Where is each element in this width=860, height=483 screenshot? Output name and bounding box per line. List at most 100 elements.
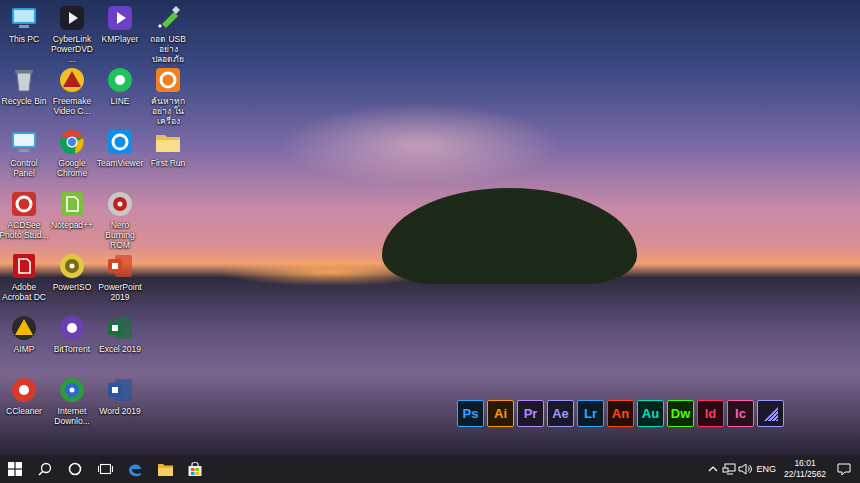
- clock[interactable]: 16:01 22/11/2562: [782, 458, 834, 480]
- icon-label: This PC: [0, 34, 49, 44]
- dock-app-label: Ai: [494, 407, 507, 420]
- windows-logo-icon: [8, 462, 22, 476]
- desktop-icon[interactable]: Freemake Video C...: [48, 64, 96, 126]
- desktop-icon[interactable]: KMPlayer: [96, 2, 144, 64]
- desktop-icon[interactable]: PowerISO: [48, 250, 96, 312]
- start-button[interactable]: [0, 455, 30, 483]
- search-icon: [38, 462, 52, 476]
- show-hidden-icons-button[interactable]: [705, 465, 721, 473]
- task-view-button[interactable]: [90, 455, 120, 483]
- app-icon: [58, 128, 86, 156]
- app-icon: [10, 128, 38, 156]
- desktop-icon[interactable]: CCleaner: [0, 374, 48, 436]
- dock-app[interactable]: Ic: [727, 400, 754, 427]
- dock-app-label: Ic: [735, 407, 746, 420]
- app-icon: [10, 314, 38, 342]
- tree-silhouette: [382, 188, 637, 284]
- dock-app[interactable]: Ai: [487, 400, 514, 427]
- app-icon: [106, 252, 134, 280]
- edge-icon: [127, 461, 143, 477]
- desktop-icon[interactable]: Word 2019: [96, 374, 144, 436]
- app-icon: [58, 252, 86, 280]
- taskbar: ENG 16:01 22/11/2562: [0, 455, 860, 483]
- desktop-icon[interactable]: CyberLink PowerDVD ...: [48, 2, 96, 64]
- dock-app[interactable]: An: [607, 400, 634, 427]
- dock-app-label: Pr: [524, 407, 538, 420]
- app-dock: Ps Ai Pr Ae Lr An Au Dw Id Ic: [457, 400, 784, 427]
- app-icon: [58, 376, 86, 404]
- desktop-icon[interactable]: BitTorrent: [48, 312, 96, 374]
- desktop-icon[interactable]: TeamViewer: [96, 126, 144, 188]
- icon-label: PowerPoint 2019: [95, 282, 145, 302]
- desktop-icon[interactable]: Excel 2019: [96, 312, 144, 374]
- icon-label: Word 2019: [95, 406, 145, 416]
- network-button[interactable]: [721, 463, 737, 475]
- dock-app[interactable]: Dw: [667, 400, 694, 427]
- dock-app[interactable]: Ps: [457, 400, 484, 427]
- action-center-button[interactable]: [834, 463, 854, 476]
- desktop-icon[interactable]: Nero Burning ROM: [96, 188, 144, 250]
- app-icon: [106, 4, 134, 32]
- app-icon: [10, 190, 38, 218]
- desktop-icon[interactable]: PowerPoint 2019: [96, 250, 144, 312]
- desktop: This PC Recycle Bin Control Panel ACDSee…: [0, 0, 860, 483]
- folder-icon: [157, 462, 174, 477]
- file-explorer-button[interactable]: [150, 455, 180, 483]
- desktop-icon[interactable]: Google Chrome: [48, 126, 96, 188]
- desktop-icon[interactable]: ค้นหาทุกอย่าง ในเครื่อง: [144, 64, 192, 126]
- store-button[interactable]: [180, 455, 210, 483]
- dock-app[interactable]: Pr: [517, 400, 544, 427]
- app-icon: [10, 252, 38, 280]
- store-icon: [187, 461, 203, 477]
- dock-app-label: Lr: [584, 407, 597, 420]
- desktop-icon[interactable]: First Run: [144, 126, 192, 188]
- dock-app-label: Au: [642, 407, 659, 420]
- icon-label: Excel 2019: [95, 344, 145, 354]
- app-icon: [106, 66, 134, 94]
- volume-button[interactable]: [737, 463, 753, 475]
- desktop-icon[interactable]: Adobe Acrobat DC: [0, 250, 48, 312]
- dock-app[interactable]: Ae: [547, 400, 574, 427]
- language-indicator[interactable]: ENG: [753, 464, 783, 474]
- notification-icon: [837, 463, 851, 476]
- speaker-icon: [738, 463, 752, 475]
- icon-label: CCleaner: [0, 406, 49, 416]
- desktop-icon[interactable]: ACDSee Photo Stud...: [0, 188, 48, 250]
- icon-label: Control Panel: [0, 158, 49, 178]
- icon-label: Nero Burning ROM: [95, 220, 145, 250]
- desktop-icon-grid: This PC Recycle Bin Control Panel ACDSee…: [0, 0, 860, 436]
- desktop-icon[interactable]: LINE: [96, 64, 144, 126]
- dock-app[interactable]: Id: [697, 400, 724, 427]
- icon-label: Google Chrome: [47, 158, 97, 178]
- icon-label: ค้นหาทุกอย่าง ในเครื่อง: [143, 96, 193, 126]
- dock-app[interactable]: [757, 400, 784, 427]
- app-icon: [10, 66, 38, 94]
- dock-app-label: Ae: [552, 407, 569, 420]
- dock-app-label: Id: [705, 407, 717, 420]
- desktop-icon[interactable]: Internet Downlo...: [48, 374, 96, 436]
- icon-label: Internet Downlo...: [47, 406, 97, 426]
- desktop-icon[interactable]: Recycle Bin: [0, 64, 48, 126]
- clock-date: 22/11/2562: [784, 469, 826, 480]
- desktop-icon[interactable]: AIMP: [0, 312, 48, 374]
- icon-label: Notepad++: [47, 220, 97, 230]
- app-icon: [154, 66, 182, 94]
- desktop-icon[interactable]: ถอด USB อย่าง ปลอดภัย: [144, 2, 192, 64]
- icon-label: BitTorrent: [47, 344, 97, 354]
- desktop-icon[interactable]: This PC: [0, 2, 48, 64]
- desktop-icon[interactable]: Notepad++: [48, 188, 96, 250]
- app-icon: [154, 128, 182, 156]
- search-button[interactable]: [30, 455, 60, 483]
- dock-app[interactable]: Au: [637, 400, 664, 427]
- app-icon: [106, 190, 134, 218]
- dock-app[interactable]: Lr: [577, 400, 604, 427]
- app-icon: [58, 4, 86, 32]
- cortana-button[interactable]: [60, 455, 90, 483]
- edge-button[interactable]: [120, 455, 150, 483]
- app-icon: [10, 376, 38, 404]
- task-view-icon: [98, 462, 113, 476]
- desktop-icon[interactable]: Control Panel: [0, 126, 48, 188]
- dock-app-label: An: [612, 407, 629, 420]
- icon-label: Freemake Video C...: [47, 96, 97, 116]
- icon-label: KMPlayer: [95, 34, 145, 44]
